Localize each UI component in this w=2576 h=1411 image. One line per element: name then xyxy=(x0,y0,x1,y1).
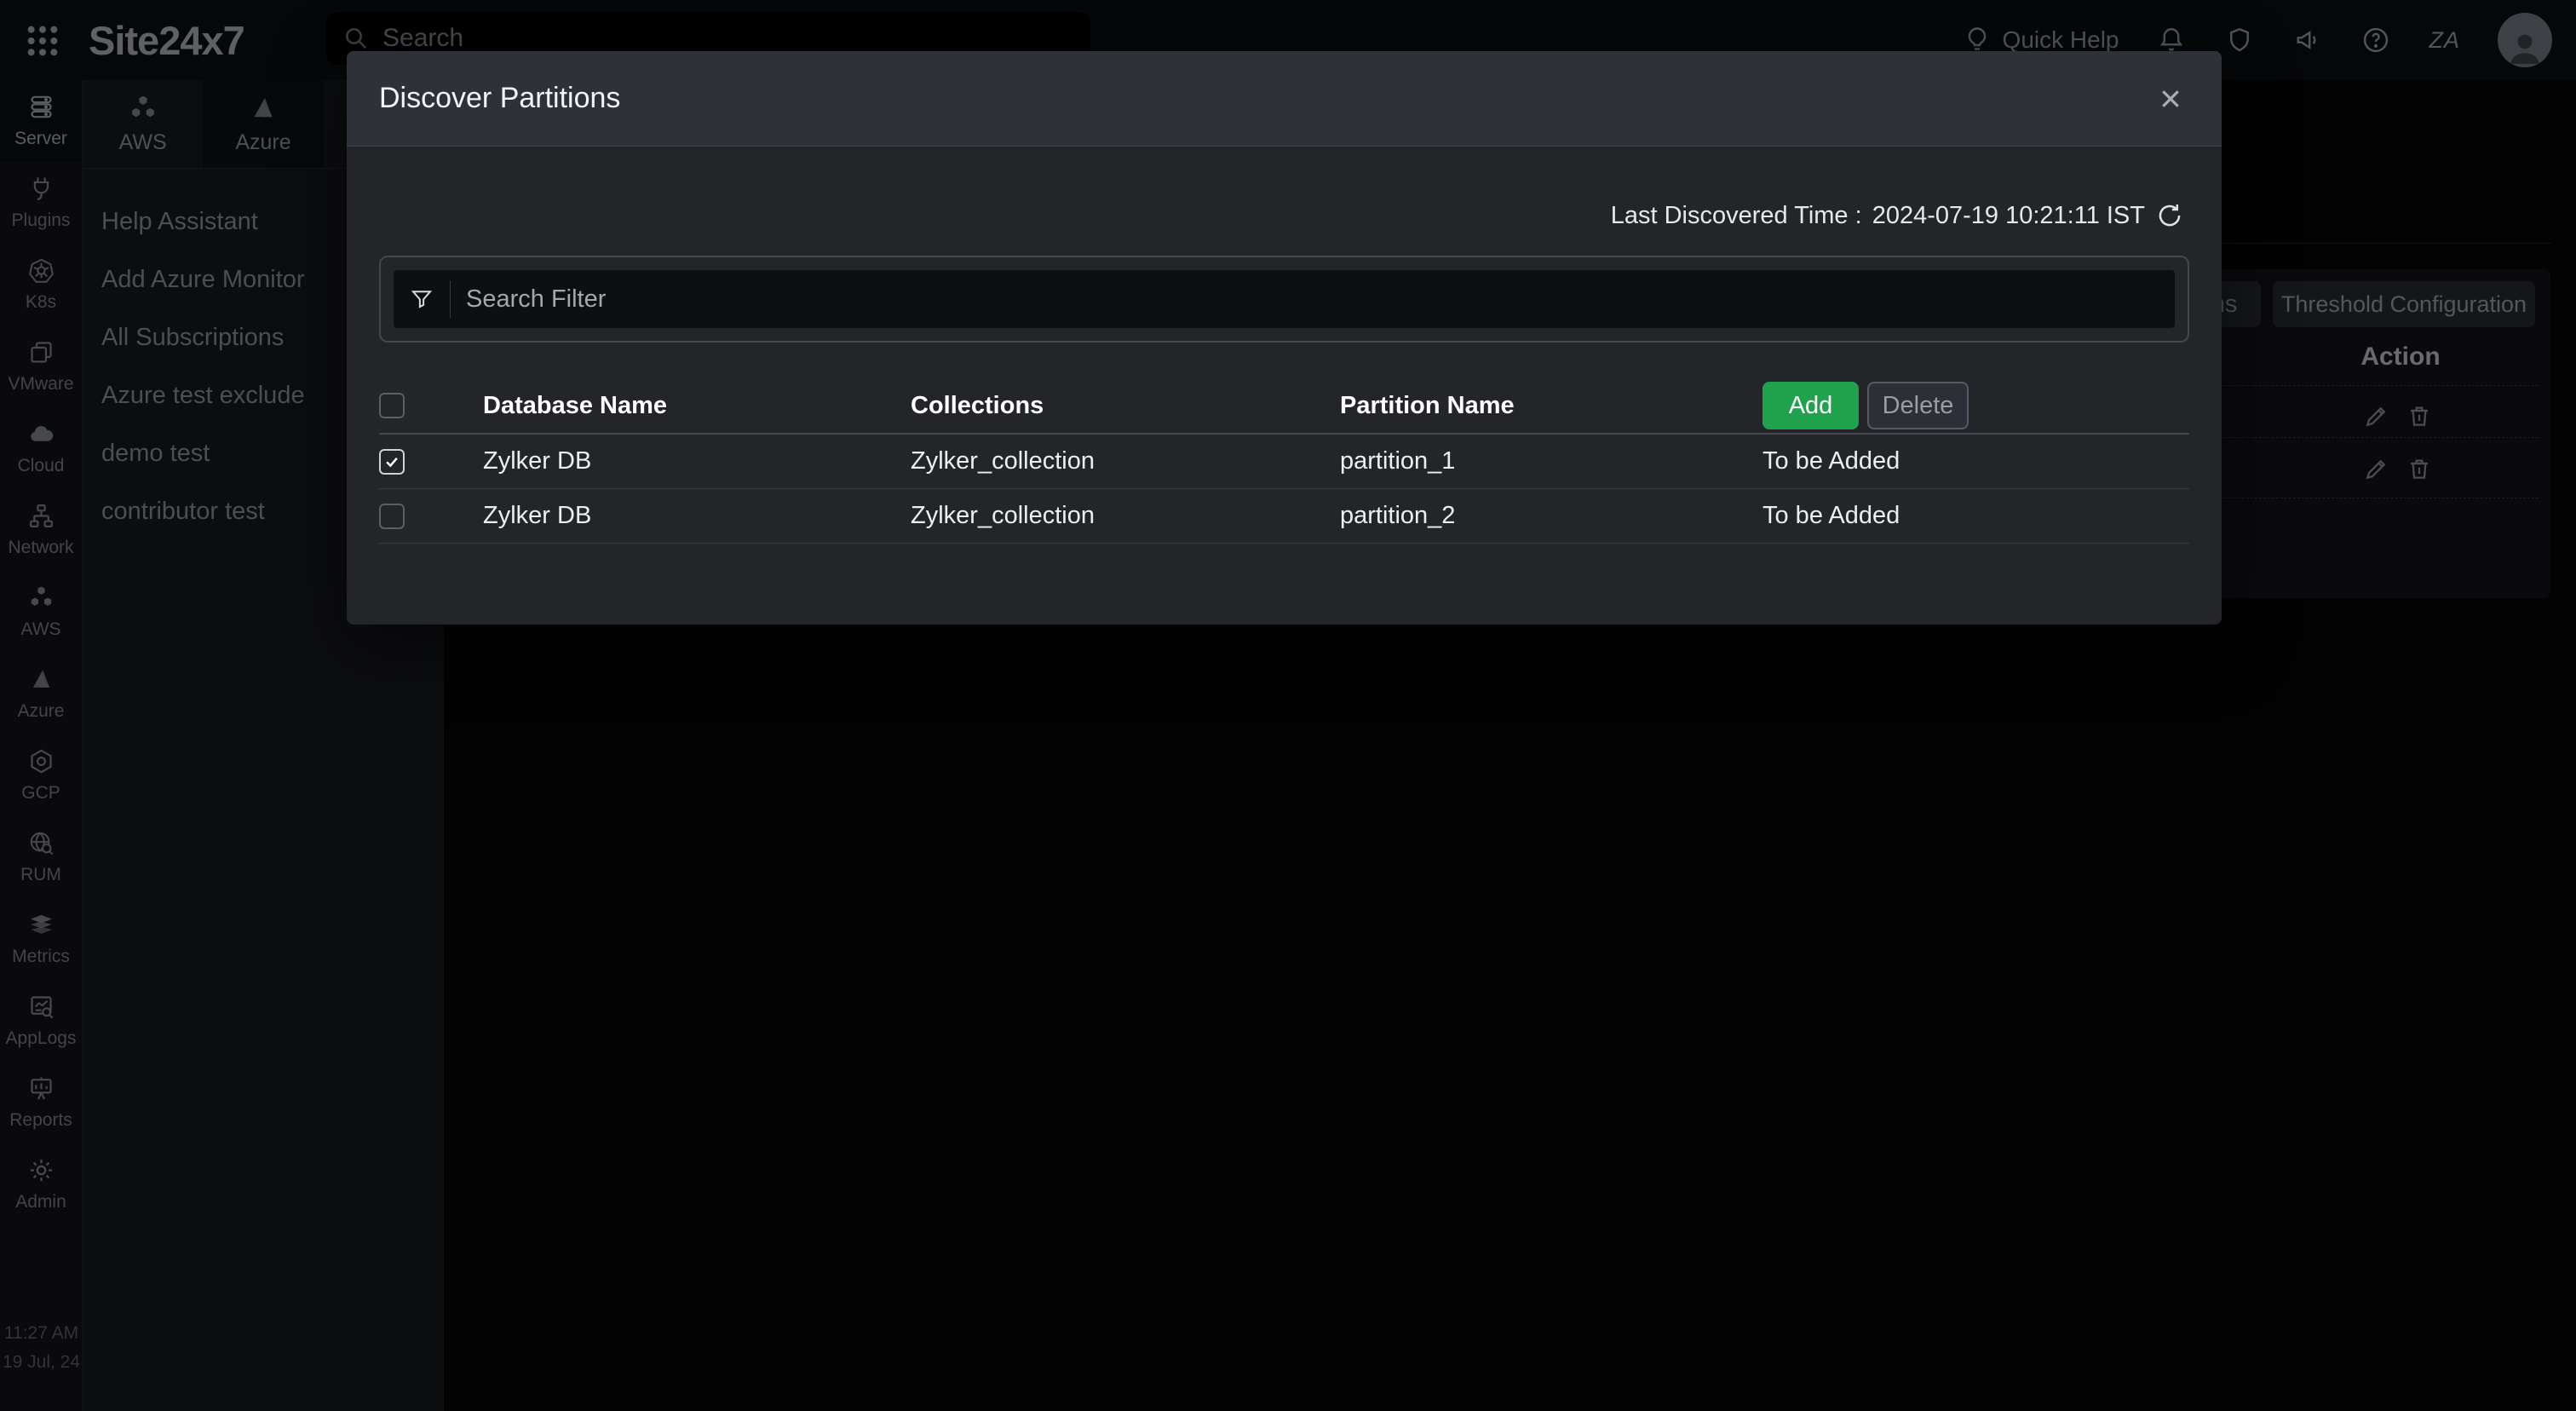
delete-button[interactable]: Delete xyxy=(1867,382,1969,429)
check-icon xyxy=(383,453,400,470)
modal-body: Last Discovered Time : 2024-07-19 10:21:… xyxy=(347,147,2222,625)
discover-partitions-modal: Discover Partitions Last Discovered Time… xyxy=(347,51,2222,625)
search-filter-inner xyxy=(394,270,2175,328)
col-database-name: Database Name xyxy=(483,392,911,420)
close-button[interactable] xyxy=(2152,80,2189,118)
partitions-table: Database Name Collections Partition Name… xyxy=(379,378,2189,544)
cell-partition: partition_1 xyxy=(1340,447,1762,475)
col-partition-name: Partition Name xyxy=(1340,392,1762,420)
row-checkbox[interactable] xyxy=(379,449,405,475)
app-root: Site24x7 Quick Help ZA Server xyxy=(0,0,2576,1411)
table-row: Zylker DB Zylker_collection partition_1 … xyxy=(379,435,2189,489)
search-filter-box xyxy=(379,256,2189,343)
search-filter-input[interactable] xyxy=(466,285,2175,314)
last-discovered-row: Last Discovered Time : 2024-07-19 10:21:… xyxy=(1611,201,2184,230)
modal-title: Discover Partitions xyxy=(379,82,620,115)
cell-partition: partition_2 xyxy=(1340,502,1762,530)
cell-collection: Zylker_collection xyxy=(911,447,1340,475)
cell-database: Zylker DB xyxy=(483,502,911,530)
filter-funnel-icon xyxy=(409,286,434,312)
add-button[interactable]: Add xyxy=(1762,382,1859,429)
col-collections: Collections xyxy=(911,392,1340,420)
filter-separator xyxy=(450,280,451,318)
table-row: Zylker DB Zylker_collection partition_2 … xyxy=(379,489,2189,544)
row-checkbox[interactable] xyxy=(379,504,405,529)
close-icon xyxy=(2158,86,2183,112)
refresh-icon[interactable] xyxy=(2155,201,2184,230)
cell-database: Zylker DB xyxy=(483,447,911,475)
cell-collection: Zylker_collection xyxy=(911,502,1340,530)
last-discovered-value: 2024-07-19 10:21:11 IST xyxy=(1872,202,2145,230)
cell-status: To be Added xyxy=(1762,447,2189,475)
last-discovered-label: Last Discovered Time : xyxy=(1611,202,1862,230)
select-all-checkbox[interactable] xyxy=(379,393,405,418)
modal-header: Discover Partitions xyxy=(347,51,2222,147)
cell-status: To be Added xyxy=(1762,502,2189,530)
table-header-row: Database Name Collections Partition Name… xyxy=(379,378,2189,435)
